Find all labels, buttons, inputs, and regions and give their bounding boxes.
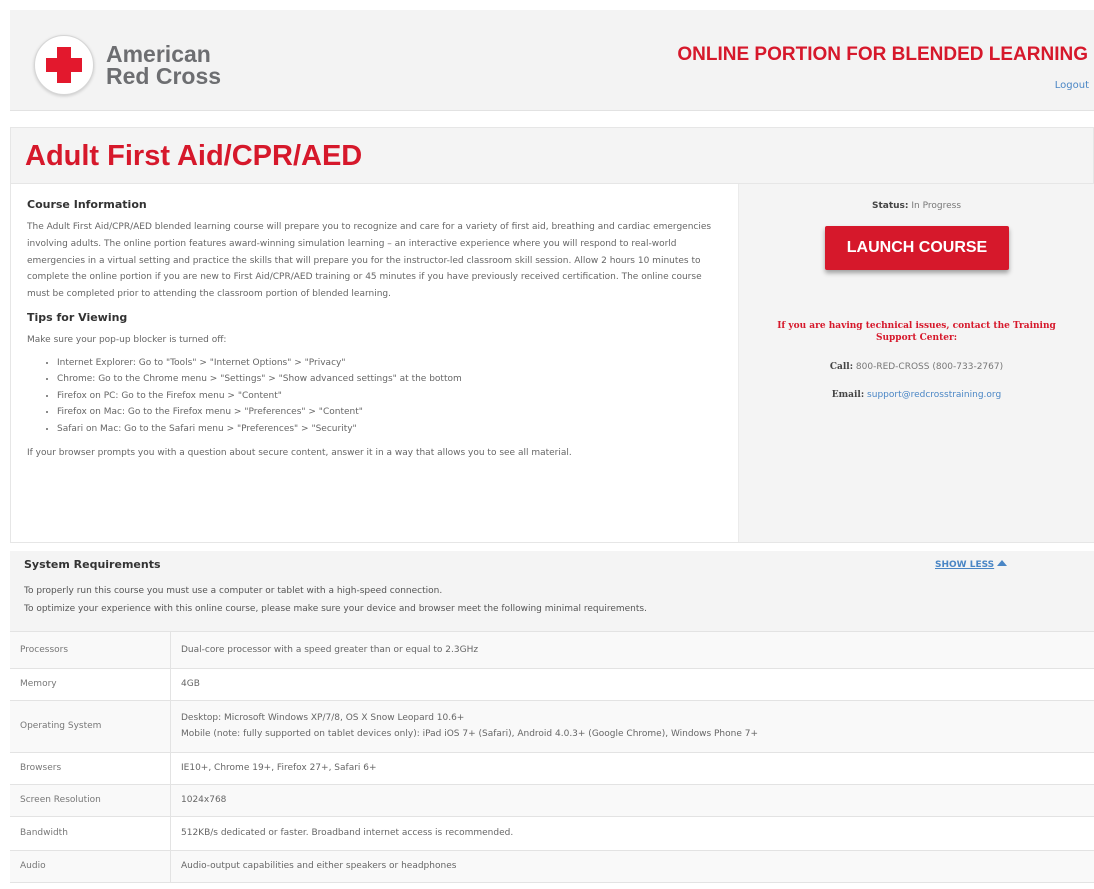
call-label: Call: — [829, 362, 854, 372]
table-row: Memory 4GB — [10, 668, 1094, 701]
table-row: Bandwidth 512KB/s dedicated or faster. B… — [10, 816, 1094, 851]
status-value: In Progress — [911, 201, 962, 211]
course-description: The Adult First Aid/CPR/AED blended lear… — [27, 222, 712, 300]
course-panel: Adult First Aid/CPR/AED Course Informati… — [10, 127, 1094, 543]
table-row: Operating System Desktop: Microsoft Wind… — [10, 700, 1094, 753]
support-email-link[interactable]: support@redcrosstraining.org — [867, 390, 1001, 400]
list-item: Firefox on PC: Go to the Firefox menu > … — [57, 388, 727, 405]
table-row: Audio Audio-output capabilities and eith… — [10, 850, 1094, 883]
list-item: Chrome: Go to the Chrome menu > "Setting… — [57, 371, 727, 388]
table-row: Screen Resolution 1024x768 — [10, 784, 1094, 817]
table-row: Processors Dual-core processor with a sp… — [10, 632, 1094, 669]
requirement-value: Desktop: Microsoft Windows XP/7/8, OS X … — [170, 700, 1094, 753]
requirements-table: Processors Dual-core processor with a sp… — [10, 632, 1094, 883]
show-less-toggle[interactable]: SHOW LESS — [935, 560, 1008, 570]
caret-up-icon — [997, 560, 1008, 566]
requirement-value-desktop: Desktop: Microsoft Windows XP/7/8, OS X … — [181, 713, 465, 723]
requirements-intro-2: To optimize your experience with this on… — [24, 604, 647, 614]
table-row: Browsers IE10+, Chrome 19+, Firefox 27+,… — [10, 752, 1094, 785]
course-title: Adult First Aid/CPR/AED — [25, 140, 363, 172]
requirement-value: Dual-core processor with a speed greater… — [170, 632, 1094, 669]
system-requirements-heading: System Requirements — [24, 558, 161, 571]
list-item: Firefox on Mac: Go to the Firefox menu >… — [57, 404, 727, 421]
course-status: Status: In Progress — [739, 201, 1094, 211]
support-email: Email: support@redcrosstraining.org — [739, 390, 1094, 400]
red-cross-logo[interactable]: American Red Cross — [34, 35, 221, 95]
launch-course-button[interactable]: LAUNCH COURSE — [825, 226, 1009, 270]
course-info-heading: Course Information — [27, 198, 147, 211]
status-label: Status: — [871, 201, 909, 211]
course-information: Course Information The Adult First Aid/C… — [11, 184, 727, 542]
course-sidebar: Status: In Progress LAUNCH COURSE If you… — [738, 184, 1094, 542]
course-header: Adult First Aid/CPR/AED — [11, 128, 1093, 184]
requirement-label: Screen Resolution — [10, 784, 171, 817]
tips-list: Internet Explorer: Go to "Tools" > "Inte… — [27, 355, 727, 438]
system-requirements-header: System Requirements SHOW LESS To properl… — [10, 551, 1094, 632]
requirement-value: 4GB — [170, 668, 1094, 701]
email-label: Email: — [831, 390, 865, 400]
tips-heading: Tips for Viewing — [27, 310, 128, 324]
requirement-label: Operating System — [10, 700, 171, 753]
requirement-value: 1024x768 — [170, 784, 1094, 817]
list-item: Safari on Mac: Go to the Safari menu > "… — [57, 421, 727, 438]
logo-line-2: Red Cross — [106, 63, 222, 89]
requirement-value: 512KB/s dedicated or faster. Broadband i… — [170, 816, 1094, 851]
tech-support-notice: If you are having technical issues, cont… — [777, 321, 1056, 343]
requirements-intro-1: To properly run this course you must use… — [24, 586, 443, 596]
logo-text: American Red Cross — [106, 41, 222, 89]
requirement-label: Audio — [10, 850, 171, 883]
red-cross-icon — [34, 35, 94, 95]
portal-title: ONLINE PORTION FOR BLENDED LEARNING — [677, 44, 1088, 65]
tips-intro: Make sure your pop-up blocker is turned … — [27, 334, 227, 345]
requirement-label: Browsers — [10, 752, 171, 785]
logout-link[interactable]: Logout — [1055, 80, 1089, 91]
secure-content-note: If your browser prompts you with a quest… — [27, 448, 572, 459]
requirement-value: IE10+, Chrome 19+, Firefox 27+, Safari 6… — [170, 752, 1094, 785]
logo-line-1: American — [106, 41, 211, 67]
requirement-value-mobile: Mobile (note: fully supported on tablet … — [181, 729, 758, 739]
requirement-label: Bandwidth — [10, 816, 171, 851]
call-value: 800-RED-CROSS (800-733-2767) — [855, 362, 1004, 372]
requirement-value: Audio-output capabilities and either spe… — [170, 850, 1094, 883]
support-phone: Call: 800-RED-CROSS (800-733-2767) — [739, 362, 1094, 372]
requirement-label: Memory — [10, 668, 171, 701]
show-less-label: SHOW LESS — [935, 560, 995, 570]
list-item: Internet Explorer: Go to "Tools" > "Inte… — [57, 355, 727, 372]
site-header: American Red Cross ONLINE PORTION FOR BL… — [10, 10, 1094, 111]
requirement-label: Processors — [10, 632, 171, 669]
